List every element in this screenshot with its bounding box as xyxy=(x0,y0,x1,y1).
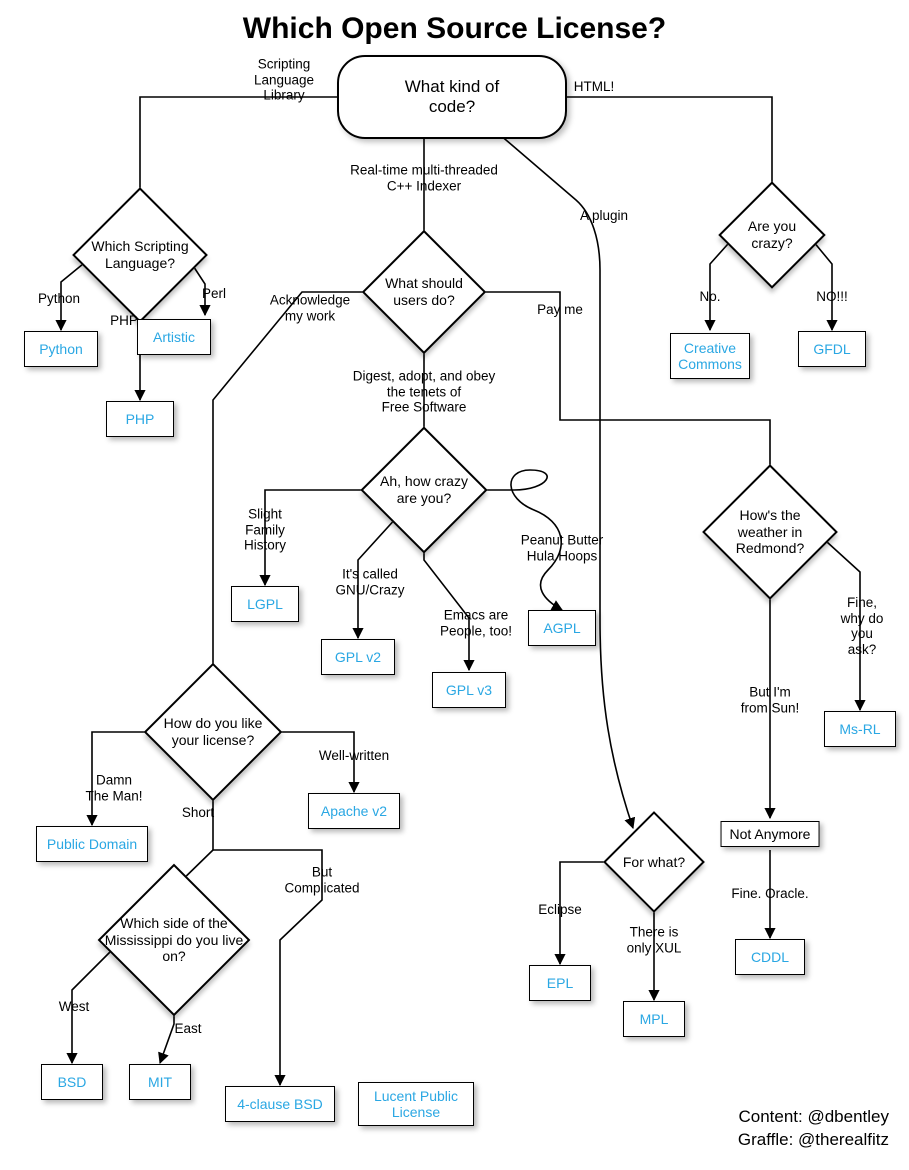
result-mpl: MPL xyxy=(623,1001,685,1037)
label-acknowledge: Acknowledge my work xyxy=(270,292,350,323)
result-cddl: CDDL xyxy=(735,939,805,975)
result-agpl: AGPL xyxy=(528,610,596,646)
label-fine-oracle: Fine. Oracle. xyxy=(731,886,808,902)
label-east: East xyxy=(174,1021,201,1037)
page-title: Which Open Source License? xyxy=(0,12,909,46)
result-lgpl: LGPL xyxy=(231,586,299,622)
label-but-complicated: But Complicated xyxy=(284,864,359,895)
result-gplv3: GPL v3 xyxy=(432,672,506,708)
label-eclipse: Eclipse xyxy=(538,902,582,918)
flow-start-text: What kind of code? xyxy=(405,77,500,118)
label-well-written: Well-written xyxy=(319,748,389,764)
result-lucent: Lucent Public License xyxy=(358,1082,474,1126)
result-bsd: BSD xyxy=(41,1064,103,1100)
label-from-sun: But I'm from Sun! xyxy=(741,684,800,715)
label-short: Short xyxy=(182,805,214,821)
result-gplv2: GPL v2 xyxy=(321,639,395,675)
result-python: Python xyxy=(24,331,98,367)
step-not-anymore: Not Anymore xyxy=(721,821,820,847)
decision-how-crazy: Ah, how crazy are you? xyxy=(364,447,484,533)
label-pay-me: Pay me xyxy=(537,302,583,318)
credit-graffle: Graffle: @therealfitz xyxy=(738,1129,889,1152)
flow-start: What kind of code? xyxy=(337,55,567,139)
decision-users-do: What should users do? xyxy=(364,250,484,334)
label-no: No. xyxy=(699,289,720,305)
label-no-shout: NO!!! xyxy=(816,289,848,305)
label-damn: Damn The Man! xyxy=(85,772,142,803)
result-mit: MIT xyxy=(129,1064,191,1100)
result-4clause-bsd: 4-clause BSD xyxy=(225,1086,335,1122)
label-gnu-crazy: It's called GNU/Crazy xyxy=(335,566,404,597)
result-php: PHP xyxy=(106,401,174,437)
credit-content: Content: @dbentley xyxy=(738,1106,889,1129)
result-creative-commons: Creative Commons xyxy=(670,333,750,379)
label-plugin: A plugin xyxy=(580,208,628,224)
decision-mississippi: Which side of the Mississippi do you liv… xyxy=(94,888,254,992)
label-indexer: Real-time multi-threaded C++ Indexer xyxy=(350,162,498,193)
label-fine-why: Fine, why do you ask? xyxy=(839,595,886,657)
result-apache: Apache v2 xyxy=(308,793,400,829)
result-gfdl: GFDL xyxy=(798,331,866,367)
result-epl: EPL xyxy=(529,965,591,1001)
decision-are-you-crazy: Are you crazy? xyxy=(717,199,827,271)
result-msrl: Ms-RL xyxy=(824,711,896,747)
label-west: West xyxy=(59,999,90,1015)
label-html: HTML! xyxy=(574,79,615,95)
label-emacs: Emacs are People, too! xyxy=(440,607,512,638)
decision-for-what: For what? xyxy=(604,828,704,896)
credits: Content: @dbentley Graffle: @therealfitz xyxy=(738,1106,889,1152)
label-pbhh: Peanut Butter Hula Hoops xyxy=(521,532,604,563)
label-scripting-lib: Scripting Language Library xyxy=(254,57,314,104)
decision-redmond: How's the weather in Redmond? xyxy=(705,486,835,578)
label-digest: Digest, adopt, and obey the tenets of Fr… xyxy=(353,369,496,416)
result-public-domain: Public Domain xyxy=(36,826,148,862)
decision-scripting: Which Scripting Language? xyxy=(70,209,210,301)
decision-like-license: How do you like your license? xyxy=(145,685,281,779)
label-xul: There is only XUL xyxy=(627,924,682,955)
result-artistic: Artistic xyxy=(137,319,211,355)
label-slight: Slight Family History xyxy=(244,507,286,554)
